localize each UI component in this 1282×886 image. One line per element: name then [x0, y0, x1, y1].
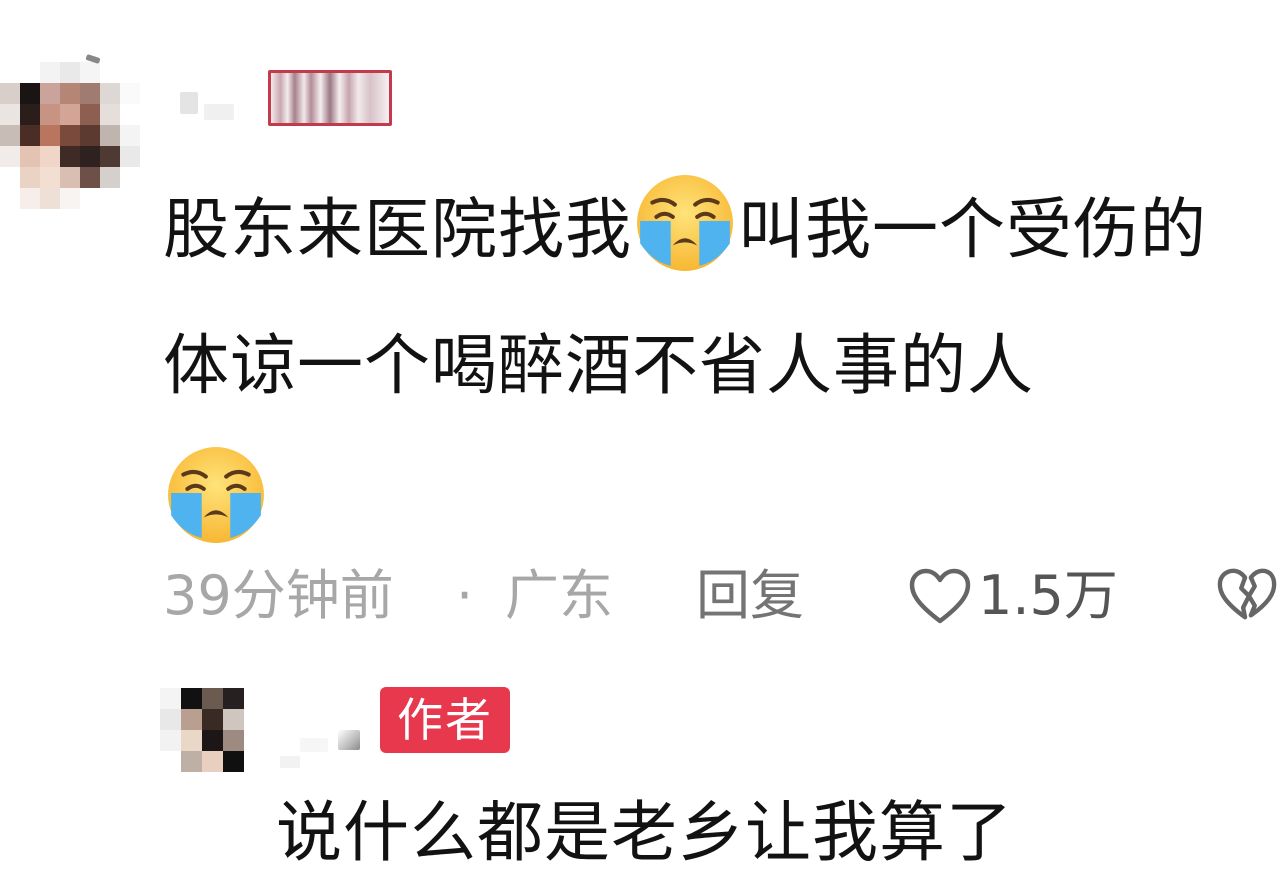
avatar-pixel — [0, 167, 20, 188]
avatar-pixel — [120, 146, 140, 167]
avatar-pixel — [100, 188, 120, 209]
meta-separator: · — [456, 564, 474, 627]
avatar-pixel — [120, 125, 140, 146]
loudly-crying-face-icon — [634, 172, 736, 274]
comment-text-part1: 股东来医院找我 — [163, 191, 632, 268]
avatar-pixel — [40, 167, 60, 188]
username-blurred[interactable] — [280, 756, 300, 768]
avatar-pixel — [202, 709, 223, 730]
avatar-pixel — [20, 104, 40, 125]
avatar-pixel — [40, 188, 60, 209]
avatar-pixel — [120, 83, 140, 104]
avatar-pixel — [60, 83, 80, 104]
avatar-pixel — [40, 146, 60, 167]
avatar-pixel — [0, 125, 20, 146]
username-blurred[interactable] — [204, 104, 234, 120]
author-avatar[interactable] — [160, 688, 244, 772]
avatar-pixel — [20, 62, 40, 83]
avatar-pixel — [202, 751, 223, 772]
avatar-pixel — [20, 125, 40, 146]
avatar-pixel — [120, 62, 140, 83]
avatar-pixel — [40, 104, 60, 125]
avatar-pixel — [181, 751, 202, 772]
avatar-pixel — [0, 83, 20, 104]
avatar-pixel — [60, 146, 80, 167]
heart-outline-icon — [909, 568, 971, 624]
avatar-pixel — [80, 167, 100, 188]
avatar-pixel — [0, 62, 20, 83]
avatar-pixel — [223, 751, 244, 772]
avatar-pixel — [60, 104, 80, 125]
like-button[interactable]: 1.5万 — [908, 560, 1118, 632]
avatar-pixel — [80, 125, 100, 146]
avatar-pixel — [20, 146, 40, 167]
comment-text: 股东来医院找我 叫我一个受伤的体谅一个喝醉酒不省人事的人 — [163, 162, 1273, 570]
avatar-pixel — [120, 104, 140, 125]
avatar-pixel — [20, 188, 40, 209]
avatar-pixel — [100, 62, 120, 83]
avatar-pixel — [181, 730, 202, 751]
avatar-pixel — [60, 62, 80, 83]
avatar-pixel — [0, 104, 20, 125]
avatar-pixel — [223, 709, 244, 730]
like-count: 1.5万 — [978, 564, 1118, 627]
avatar-pixel — [100, 167, 120, 188]
avatar-pixel — [0, 146, 20, 167]
avatar-pixel — [181, 688, 202, 709]
avatar-pixel — [80, 104, 100, 125]
avatar-pixel — [120, 167, 140, 188]
avatar-pixel — [60, 167, 80, 188]
avatar-pixel — [223, 730, 244, 751]
avatar-pixel — [80, 62, 100, 83]
avatar-pixel — [160, 751, 181, 772]
avatar-pixel — [60, 188, 80, 209]
broken-heart-icon[interactable] — [1216, 566, 1278, 624]
avatar-pixel — [0, 188, 20, 209]
avatar-pixel — [80, 146, 100, 167]
reply-text: 说什么都是老乡让我算了 — [276, 794, 1013, 871]
avatar-pixel — [40, 125, 60, 146]
avatar-pixel — [40, 83, 60, 104]
avatar-pixel — [40, 62, 60, 83]
avatar-pixel — [160, 709, 181, 730]
avatar-pixel — [80, 188, 100, 209]
loudly-crying-face-icon — [165, 444, 267, 546]
avatar-pixel — [60, 125, 80, 146]
author-badge: 作者 — [380, 687, 510, 753]
avatar-pixel — [20, 167, 40, 188]
username-blurred[interactable] — [300, 738, 328, 752]
avatar-pixel — [100, 83, 120, 104]
avatar-pixel — [20, 83, 40, 104]
avatar-pixel — [100, 146, 120, 167]
avatar-pixel — [100, 104, 120, 125]
avatar-pixel — [181, 709, 202, 730]
reply-button[interactable]: 回复 — [696, 560, 804, 632]
avatar-pixel — [223, 688, 244, 709]
avatar-pixel — [80, 83, 100, 104]
avatar-pixel — [202, 730, 223, 751]
username-blurred[interactable] — [338, 730, 360, 750]
comment-time: 39分钟前 — [163, 564, 394, 627]
comment-location: 广东 — [505, 564, 613, 627]
user-badge-blurred — [268, 70, 392, 126]
avatar-pixel — [160, 688, 181, 709]
avatar[interactable] — [0, 62, 140, 209]
avatar-pixel — [160, 730, 181, 751]
avatar-pixel — [120, 188, 140, 209]
username-blurred[interactable] — [180, 92, 198, 114]
avatar-pixel — [100, 125, 120, 146]
avatar-pixel — [202, 688, 223, 709]
